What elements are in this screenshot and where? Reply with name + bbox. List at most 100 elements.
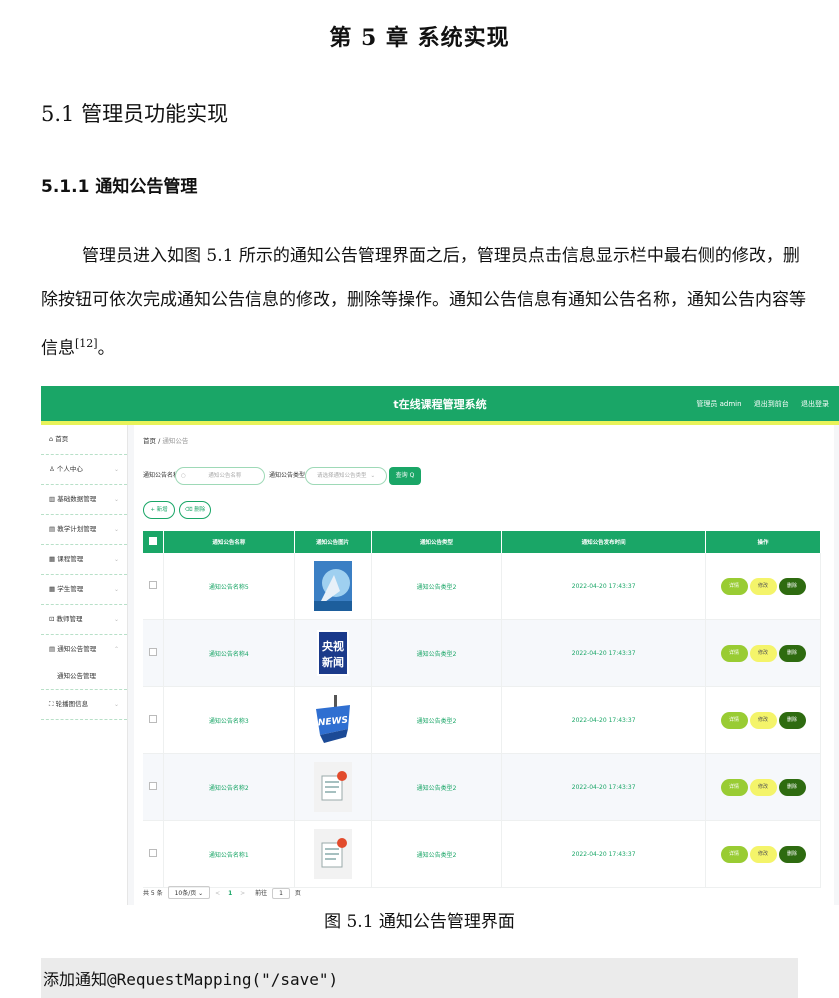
sidebar-item-label: 教师管理 xyxy=(56,615,83,623)
notice-table: 通知公告名称 通知公告图片 通知公告类型 通知公告发布时间 操作 通知公告名称5 xyxy=(143,531,821,888)
table-row: 通知公告名称2 通知公告类型2 2022-04-20 17:43:37 详情 修改… xyxy=(143,753,821,821)
chapter-title: 第 5 章 系统实现 xyxy=(329,25,510,51)
sidebar: ⌂ 首页 ♙ 个人中心 ⌄ ▥ 基础数据管理 ⌄ ▤ 教学计划管理 ⌄ ▦ 课程管理 ⌄… xyxy=(41,425,128,905)
sidebar-item-course[interactable]: ▦ 课程管理 ⌄ xyxy=(41,545,127,575)
sidebar-item-home[interactable]: ⌂ 首页 xyxy=(41,425,127,455)
delete-button[interactable]: 删除 xyxy=(778,778,806,796)
delete-button[interactable]: 删除 xyxy=(778,845,806,863)
sidebar-item-student[interactable]: ▦ 学生管理 ⌄ xyxy=(41,575,127,605)
image-icon: ⊡ xyxy=(49,615,57,623)
select-all-checkbox[interactable] xyxy=(143,531,164,553)
pagination: 共 5 条 10条/页 ⌄ < 1 > 前往 1 页 xyxy=(143,886,301,899)
table-row: 通知公告名称1 通知公告类型2 2022-04-20 17:43:37 详情 修改… xyxy=(143,820,821,888)
batch-delete-label: 删除 xyxy=(194,507,206,513)
detail-button[interactable]: 详情 xyxy=(720,711,748,729)
goto-page-input[interactable]: 1 xyxy=(272,888,290,899)
row-type: 通知公告类型2 xyxy=(371,820,503,888)
row-type: 通知公告类型2 xyxy=(371,686,503,754)
name-filter-label: 通知公告名称 xyxy=(143,472,180,479)
sidebar-item-notice[interactable]: ▤ 通知公告管理 ⌃ xyxy=(41,635,127,664)
figure-screenshot: t在线课程管理系统 管理员 admin 退出到前台 退出登录 ⌂ 首页 ♙ 个人… xyxy=(41,386,839,905)
detail-button[interactable]: 详情 xyxy=(720,577,748,595)
sidebar-item-teacher[interactable]: ⊡ 教师管理 ⌄ xyxy=(41,605,127,635)
current-page[interactable]: 1 xyxy=(228,890,232,897)
edit-button[interactable]: 修改 xyxy=(749,644,777,662)
edit-button[interactable]: 修改 xyxy=(749,778,777,796)
code-block: 添加通知@RequestMapping("/save") xyxy=(41,958,798,998)
row-name: 通知公告名称4 xyxy=(163,619,295,687)
sidebar-item-plan[interactable]: ▤ 教学计划管理 ⌄ xyxy=(41,515,127,545)
row-time: 2022-04-20 17:43:37 xyxy=(501,553,706,620)
col-time: 通知公告发布时间 xyxy=(501,531,706,553)
edit-button[interactable]: 修改 xyxy=(749,577,777,595)
chevron-down-icon: ⌄ xyxy=(370,473,376,479)
cctv-news-logo: 央视 新闻 xyxy=(316,630,349,676)
goto-label: 前往 xyxy=(255,890,268,897)
row-type: 通知公告类型2 xyxy=(371,753,503,821)
table-row: 通知公告名称4 央视 新闻 通知公告类型2 2022-04-20 17:43:3… xyxy=(143,619,821,687)
type-select[interactable]: 请选择通知公告类型 ⌄ xyxy=(305,467,387,485)
trash-icon: ⌫ xyxy=(184,507,195,513)
to-frontend-link[interactable]: 退出到前台 xyxy=(754,400,789,408)
name-search-input[interactable]: ○ 通知公告名称 xyxy=(175,467,265,485)
row-name: 通知公告名称1 xyxy=(163,820,295,888)
row-checkbox[interactable] xyxy=(143,820,164,888)
trash-icon: ▦ xyxy=(49,585,58,593)
row-image xyxy=(294,553,372,620)
main-panel: 首页 / 通知公告 通知公告名称 ○ 通知公告名称 通知公告类型 请选择通知公告类… xyxy=(134,425,834,905)
expand-icon: ⛶ xyxy=(49,700,56,708)
row-actions: 详情 修改 删除 xyxy=(705,753,821,821)
breadcrumb-current: 通知公告 xyxy=(162,437,189,445)
document-icon-image xyxy=(313,829,352,879)
name-search-placeholder: 通知公告名称 xyxy=(208,473,242,479)
table-row: 通知公告名称3 NEWS 通知公告类型2 2022-04-20 17:43:37… xyxy=(143,686,821,754)
detail-button[interactable]: 详情 xyxy=(720,778,748,796)
page-size-select[interactable]: 10条/页 ⌄ xyxy=(167,886,211,899)
breadcrumb-home[interactable]: 首页 xyxy=(143,437,156,445)
add-button[interactable]: + 新增 xyxy=(143,501,175,519)
sidebar-item-label: 个人中心 xyxy=(56,465,83,473)
sidebar-item-label: 首页 xyxy=(55,435,69,443)
chevron-down-icon: ⌄ xyxy=(113,616,119,623)
delete-button[interactable]: 删除 xyxy=(778,644,806,662)
edit-button[interactable]: 修改 xyxy=(749,845,777,863)
detail-button[interactable]: 详情 xyxy=(720,644,748,662)
type-filter-label: 通知公告类型 xyxy=(269,472,306,479)
sidebar-item-carousel[interactable]: ⛶ 轮播图信息 ⌄ xyxy=(41,690,127,720)
row-name: 通知公告名称2 xyxy=(163,753,295,821)
news-sign-image: NEWS xyxy=(315,695,350,743)
row-actions: 详情 修改 删除 xyxy=(705,686,821,754)
detail-button[interactable]: 详情 xyxy=(720,845,748,863)
sidebar-item-profile[interactable]: ♙ 个人中心 ⌄ xyxy=(41,455,127,485)
row-checkbox[interactable] xyxy=(143,619,164,687)
chevron-down-icon: ⌄ xyxy=(113,701,119,708)
next-page-button[interactable]: > xyxy=(240,890,245,897)
top-bar: t在线课程管理系统 管理员 admin 退出到前台 退出登录 xyxy=(41,386,839,425)
sidebar-item-basic-data[interactable]: ▥ 基础数据管理 ⌄ xyxy=(41,485,127,515)
row-image: NEWS xyxy=(294,686,372,754)
page-unit-label: 页 xyxy=(294,890,301,897)
chevron-down-icon: ⌄ xyxy=(113,586,119,593)
row-checkbox[interactable] xyxy=(143,753,164,821)
row-time: 2022-04-20 17:43:37 xyxy=(501,820,706,888)
page-size-value: 10条/页 xyxy=(174,890,197,897)
user-icon: ♙ xyxy=(49,465,57,473)
col-actions: 操作 xyxy=(705,531,821,553)
row-type: 通知公告类型2 xyxy=(371,619,503,687)
subsection-title: 5.1.1 通知公告管理 xyxy=(41,177,198,197)
col-image: 通知公告图片 xyxy=(294,531,372,553)
row-time: 2022-04-20 17:43:37 xyxy=(501,619,706,687)
row-checkbox[interactable] xyxy=(143,686,164,754)
prev-page-button[interactable]: < xyxy=(215,890,220,897)
batch-delete-button[interactable]: ⌫ 删除 xyxy=(179,501,211,519)
blue-abstract-image xyxy=(313,561,352,611)
row-checkbox[interactable] xyxy=(143,553,164,620)
query-button[interactable]: 查询 Q xyxy=(389,467,421,485)
logout-link[interactable]: 退出登录 xyxy=(801,400,829,408)
delete-button[interactable]: 删除 xyxy=(778,711,806,729)
edit-button[interactable]: 修改 xyxy=(749,711,777,729)
row-name: 通知公告名称3 xyxy=(163,686,295,754)
cctv-logo-text: 央视 xyxy=(322,639,344,653)
delete-button[interactable]: 删除 xyxy=(778,577,806,595)
sidebar-subitem-notice[interactable]: 通知公告管理 xyxy=(41,664,127,690)
